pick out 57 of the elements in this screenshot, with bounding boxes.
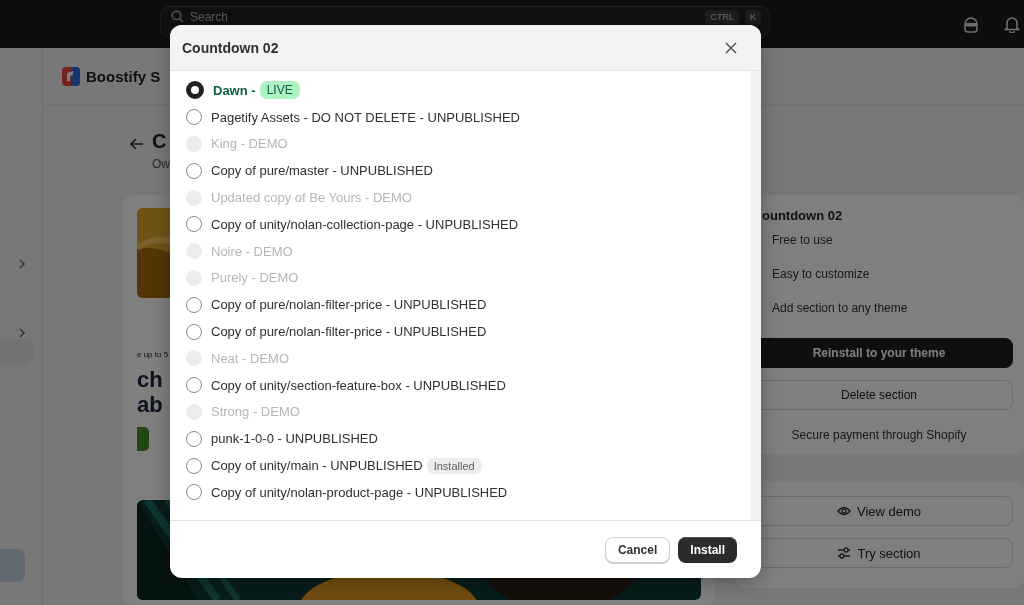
radio-button[interactable] [186, 81, 204, 100]
radio-button[interactable] [186, 296, 202, 313]
theme-name: punk-1-0-0 - UNPUBLISHED [211, 431, 378, 447]
preview-headline: ab [137, 392, 163, 417]
modal-title: Countdown 02 [182, 39, 280, 56]
theme-name: Copy of pure/nolan-filter-price - UNPUBLISHED [211, 297, 487, 313]
radio-button[interactable] [186, 484, 202, 501]
radio-button[interactable] [186, 109, 202, 126]
app-name: Boostify S [86, 67, 161, 85]
preview-eyebrow: e up to 5 [137, 350, 169, 359]
search-icon [171, 10, 184, 23]
feature-text: Easy to customize [771, 266, 871, 283]
bell-icon[interactable] [1004, 15, 1020, 33]
avatar-icon[interactable] [962, 15, 980, 33]
theme-name: Purely - DEMO [211, 270, 299, 286]
feature-text: Free to use [771, 232, 834, 249]
sliders-icon [837, 547, 852, 559]
live-badge: LIVE [259, 81, 300, 100]
search-placeholder: Search [190, 10, 230, 24]
theme-name: King - DEMO [211, 136, 288, 152]
theme-name: Copy of unity/nolan-product-page - UNPUBLISHED [211, 484, 508, 500]
install-button[interactable]: Install [678, 537, 737, 563]
scrollbar[interactable] [751, 71, 761, 520]
theme-name: Copy of pure/master - UNPUBLISHED [211, 163, 433, 179]
theme-name: Strong - DEMO [211, 404, 300, 420]
theme-name: Copy of unity/main - UNPUBLISHED [211, 458, 423, 474]
radio-button[interactable] [186, 430, 202, 447]
chevron-icon[interactable] [18, 327, 26, 339]
installed-badge: Installed [426, 457, 482, 474]
shortcut-key: K [745, 10, 761, 24]
page-title: C [152, 130, 168, 153]
theme-name: Copy of unity/nolan-collection-page - UNPUBLISHED [211, 216, 519, 232]
radio-button[interactable] [186, 377, 202, 394]
feature-text: Add section to any theme [771, 300, 909, 317]
theme-name: Neat - DEMO [211, 350, 289, 366]
theme-name: Dawn - [213, 82, 256, 98]
shortcut-key: CTRL [705, 10, 739, 24]
preview-headline: ch [137, 367, 163, 392]
theme-name: Pagetify Assets - DO NOT DELETE - UNPUBLISHED [211, 109, 520, 125]
theme-name: Noire - DEMO [211, 243, 293, 259]
cancel-button[interactable]: Cancel [604, 537, 671, 563]
theme-name: Copy of unity/section-feature-box - UNPUBLISHED [211, 377, 506, 393]
logo-icon [62, 66, 80, 86]
theme-name: Copy of pure/nolan-filter-price - UNPUBLISHED [211, 324, 487, 340]
payment-note: Secure payment through Shopify [790, 428, 968, 442]
radio-button[interactable] [186, 162, 202, 179]
section-title: ountdown 02 [761, 208, 844, 223]
chevron-icon[interactable] [18, 258, 26, 270]
back-arrow-icon[interactable] [130, 138, 144, 150]
radio-button[interactable] [186, 216, 202, 233]
radio-button[interactable] [186, 323, 202, 340]
close-icon[interactable] [725, 41, 737, 54]
theme-name: Updated copy of Be Yours - DEMO [211, 190, 412, 206]
eye-icon [836, 506, 851, 516]
radio-button[interactable] [186, 457, 202, 474]
page-subtitle: Ow [152, 157, 170, 171]
shop-button[interactable] [137, 427, 149, 451]
